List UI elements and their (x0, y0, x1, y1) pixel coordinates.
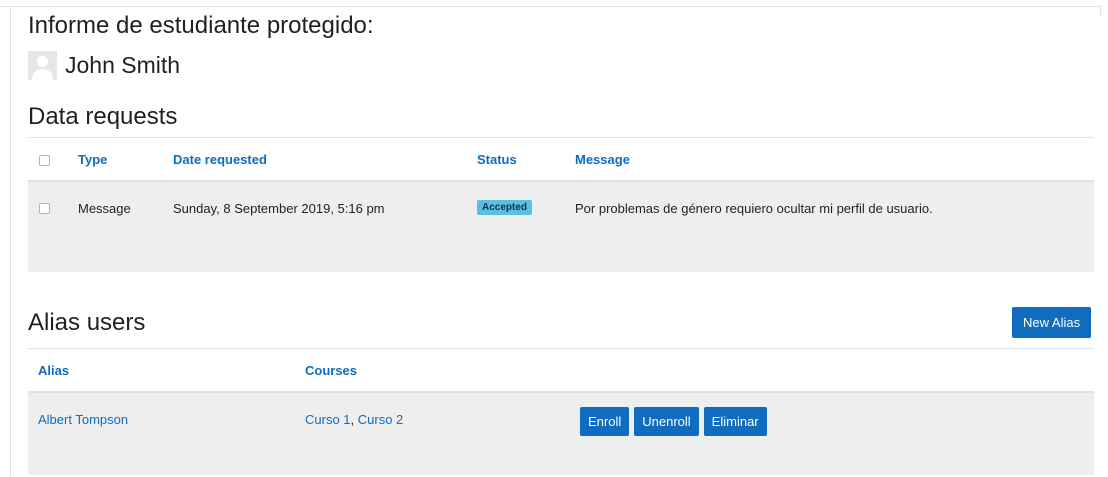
column-header-status[interactable]: Status (477, 152, 517, 167)
column-header-date-requested[interactable]: Date requested (173, 152, 267, 167)
user-header: John Smith (28, 48, 180, 82)
row-checkbox[interactable] (39, 203, 50, 214)
alias-name-link[interactable]: Albert Tompson (38, 412, 128, 427)
table-row: Albert Tompson Curso 1, Curso 2 Enroll U… (28, 393, 1094, 475)
enroll-button[interactable]: Enroll (580, 407, 630, 436)
column-header-message[interactable]: Message (575, 152, 630, 167)
frame-left-border (10, 6, 11, 477)
alias-users-title: Alias users (28, 309, 146, 336)
column-header-courses[interactable]: Courses (305, 363, 357, 378)
course-separator: , (350, 412, 358, 427)
select-all-checkbox[interactable] (39, 155, 50, 166)
data-requests-title: Data requests (28, 103, 178, 130)
page-title: Informe de estudiante protegido: (28, 12, 374, 39)
request-message: Por problemas de género requiero ocultar… (575, 201, 933, 216)
course-links: Curso 1, Curso 2 (305, 412, 403, 427)
course-link-1[interactable]: Curso 1 (305, 412, 351, 427)
table-header-row: Alias Courses (28, 348, 1094, 393)
frame-right-border (1100, 6, 1101, 16)
delete-alias-button[interactable]: Eliminar (703, 407, 767, 436)
table-header-row: Type Date requested Status Message (28, 137, 1094, 182)
table-row: Message Sunday, 8 September 2019, 5:16 p… (28, 182, 1094, 272)
status-badge: Accepted (477, 200, 533, 215)
new-alias-button[interactable]: New Alias (1012, 307, 1092, 338)
unenroll-button[interactable]: Unenroll (634, 407, 699, 436)
avatar[interactable] (28, 50, 57, 80)
request-date: Sunday, 8 September 2019, 5:16 pm (173, 201, 385, 216)
user-name[interactable]: John Smith (65, 52, 180, 79)
alias-users-table: Alias Courses Albert Tompson Curso 1, Cu… (28, 348, 1094, 475)
avatar-body-shape (32, 68, 53, 80)
frame-top-border (0, 6, 1100, 7)
request-type: Message (78, 201, 131, 216)
avatar-head-shape (37, 55, 48, 67)
column-header-alias[interactable]: Alias (38, 363, 69, 378)
course-link-2[interactable]: Curso 2 (358, 412, 404, 427)
column-header-type[interactable]: Type (78, 152, 107, 167)
data-requests-table: Type Date requested Status Message Messa… (28, 137, 1094, 272)
alias-actions: Enroll Unenroll Eliminar (580, 407, 767, 436)
